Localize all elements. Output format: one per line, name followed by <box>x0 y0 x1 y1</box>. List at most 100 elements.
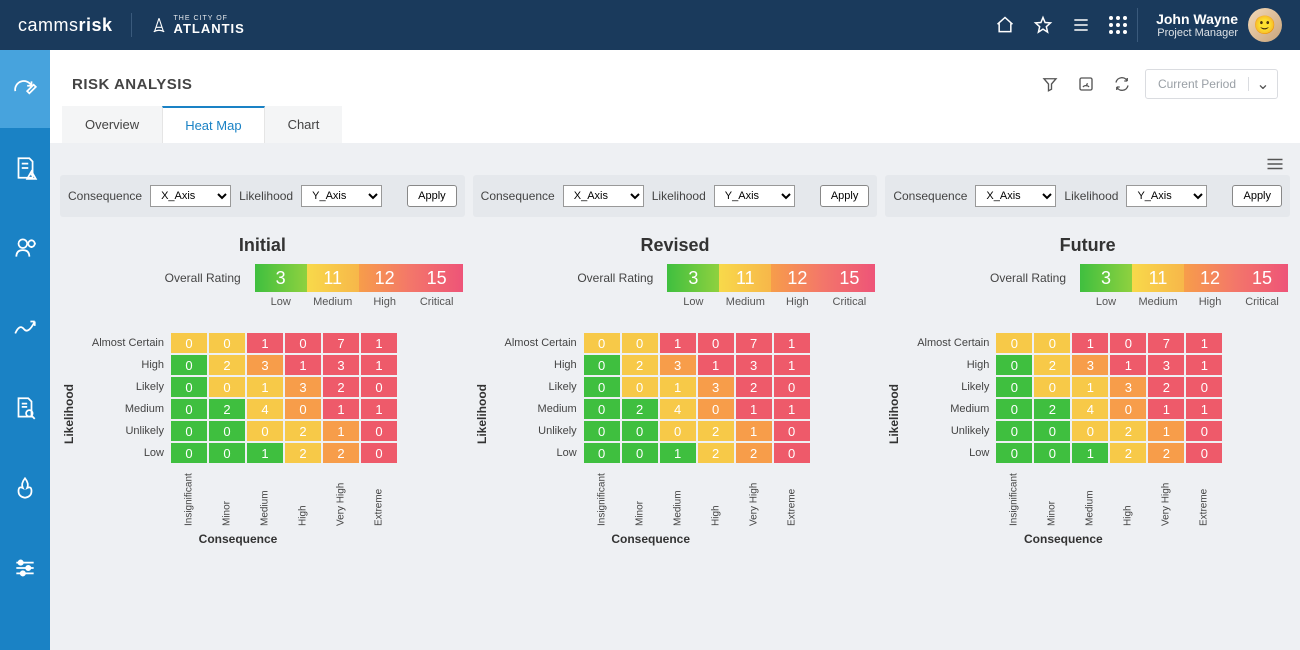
heatmap-cell[interactable]: 1 <box>1148 399 1184 419</box>
heatmap-cell[interactable]: 0 <box>996 355 1032 375</box>
heatmap-cell[interactable]: 3 <box>1072 355 1108 375</box>
heatmap-cell[interactable]: 1 <box>361 399 397 419</box>
heatmap-cell[interactable]: 0 <box>171 421 207 441</box>
heatmap-cell[interactable]: 0 <box>584 377 620 397</box>
heatmap-cell[interactable]: 3 <box>1110 377 1146 397</box>
heatmap-cell[interactable]: 4 <box>660 399 696 419</box>
sidebar-item-edit[interactable] <box>0 50 50 128</box>
heatmap-cell[interactable]: 1 <box>323 399 359 419</box>
heatmap-cell[interactable]: 0 <box>622 443 658 463</box>
heatmap-cell[interactable]: 1 <box>361 355 397 375</box>
heatmap-cell[interactable]: 0 <box>1034 443 1070 463</box>
heatmap-cell[interactable]: 0 <box>996 377 1032 397</box>
heatmap-cell[interactable]: 3 <box>698 377 734 397</box>
heatmap-cell[interactable]: 2 <box>698 421 734 441</box>
heatmap-cell[interactable]: 2 <box>622 355 658 375</box>
heatmap-cell[interactable]: 0 <box>996 399 1032 419</box>
heatmap-cell[interactable]: 1 <box>774 355 810 375</box>
sidebar-item-trends[interactable] <box>0 288 50 368</box>
period-select[interactable]: Current Period ⌄ <box>1145 69 1278 99</box>
heatmap-cell[interactable]: 1 <box>660 333 696 353</box>
heatmap-cell[interactable]: 2 <box>1148 377 1184 397</box>
heatmap-cell[interactable]: 0 <box>209 377 245 397</box>
heatmap-cell[interactable]: 7 <box>1148 333 1184 353</box>
heatmap-cell[interactable]: 2 <box>1148 443 1184 463</box>
menu-icon[interactable] <box>1071 15 1091 35</box>
heatmap-cell[interactable]: 3 <box>323 355 359 375</box>
heatmap-cell[interactable]: 3 <box>660 355 696 375</box>
heatmap-cell[interactable]: 0 <box>660 421 696 441</box>
heatmap-cell[interactable]: 0 <box>171 399 207 419</box>
heatmap-cell[interactable]: 0 <box>209 443 245 463</box>
consequence-select[interactable]: X_Axis <box>150 185 231 207</box>
heatmap-cell[interactable]: 1 <box>1186 333 1222 353</box>
heatmap-cell[interactable]: 0 <box>584 421 620 441</box>
heatmap-cell[interactable]: 1 <box>1110 355 1146 375</box>
heatmap-cell[interactable]: 7 <box>323 333 359 353</box>
heatmap-cell[interactable]: 0 <box>1072 421 1108 441</box>
star-icon[interactable] <box>1033 15 1053 35</box>
panel-menu-icon[interactable] <box>1266 157 1284 171</box>
sidebar-item-sliders[interactable] <box>0 528 50 608</box>
heatmap-cell[interactable]: 7 <box>736 333 772 353</box>
heatmap-cell[interactable]: 2 <box>1110 421 1146 441</box>
heatmap-cell[interactable]: 0 <box>1186 377 1222 397</box>
heatmap-cell[interactable]: 2 <box>1034 355 1070 375</box>
heatmap-cell[interactable]: 0 <box>996 333 1032 353</box>
heatmap-cell[interactable]: 0 <box>247 421 283 441</box>
heatmap-cell[interactable]: 1 <box>736 421 772 441</box>
avatar[interactable]: 🙂 <box>1248 8 1282 42</box>
heatmap-cell[interactable]: 0 <box>171 355 207 375</box>
heatmap-cell[interactable]: 0 <box>171 443 207 463</box>
heatmap-cell[interactable]: 0 <box>361 377 397 397</box>
heatmap-cell[interactable]: 0 <box>996 443 1032 463</box>
heatmap-cell[interactable]: 0 <box>698 333 734 353</box>
heatmap-cell[interactable]: 2 <box>323 377 359 397</box>
heatmap-cell[interactable]: 1 <box>323 421 359 441</box>
apply-button[interactable]: Apply <box>820 185 870 207</box>
heatmap-cell[interactable]: 2 <box>1034 399 1070 419</box>
heatmap-cell[interactable]: 0 <box>698 399 734 419</box>
heatmap-cell[interactable]: 2 <box>622 399 658 419</box>
heatmap-cell[interactable]: 0 <box>584 355 620 375</box>
tab-heat-map[interactable]: Heat Map <box>162 106 264 143</box>
sidebar-item-risk-doc[interactable] <box>0 128 50 208</box>
heatmap-cell[interactable]: 1 <box>247 333 283 353</box>
apply-button[interactable]: Apply <box>1232 185 1282 207</box>
likelihood-select[interactable]: Y_Axis <box>714 185 795 207</box>
heatmap-cell[interactable]: 2 <box>323 443 359 463</box>
heatmap-cell[interactable]: 1 <box>1072 377 1108 397</box>
heatmap-cell[interactable]: 0 <box>361 421 397 441</box>
sidebar-item-fire[interactable] <box>0 448 50 528</box>
heatmap-cell[interactable]: 1 <box>698 355 734 375</box>
heatmap-cell[interactable]: 0 <box>209 333 245 353</box>
gauge-icon[interactable] <box>1077 75 1095 93</box>
tab-chart[interactable]: Chart <box>265 106 343 143</box>
heatmap-cell[interactable]: 1 <box>774 399 810 419</box>
heatmap-cell[interactable]: 1 <box>247 443 283 463</box>
heatmap-cell[interactable]: 3 <box>247 355 283 375</box>
likelihood-select[interactable]: Y_Axis <box>301 185 382 207</box>
heatmap-cell[interactable]: 2 <box>1110 443 1146 463</box>
heatmap-cell[interactable]: 0 <box>622 377 658 397</box>
heatmap-cell[interactable]: 0 <box>584 333 620 353</box>
heatmap-cell[interactable]: 0 <box>361 443 397 463</box>
heatmap-cell[interactable]: 2 <box>285 421 321 441</box>
heatmap-cell[interactable]: 2 <box>209 355 245 375</box>
heatmap-cell[interactable]: 0 <box>622 421 658 441</box>
heatmap-cell[interactable]: 2 <box>736 377 772 397</box>
heatmap-cell[interactable]: 0 <box>996 421 1032 441</box>
heatmap-cell[interactable]: 0 <box>1034 333 1070 353</box>
home-icon[interactable] <box>995 15 1015 35</box>
heatmap-cell[interactable]: 1 <box>736 399 772 419</box>
heatmap-cell[interactable]: 0 <box>1110 333 1146 353</box>
heatmap-cell[interactable]: 0 <box>584 443 620 463</box>
apply-button[interactable]: Apply <box>407 185 457 207</box>
heatmap-cell[interactable]: 2 <box>698 443 734 463</box>
heatmap-cell[interactable]: 1 <box>1148 421 1184 441</box>
sidebar-item-settings-head[interactable] <box>0 208 50 288</box>
heatmap-cell[interactable]: 0 <box>1110 399 1146 419</box>
heatmap-cell[interactable]: 1 <box>361 333 397 353</box>
sidebar-item-search-doc[interactable] <box>0 368 50 448</box>
refresh-icon[interactable] <box>1113 75 1131 93</box>
